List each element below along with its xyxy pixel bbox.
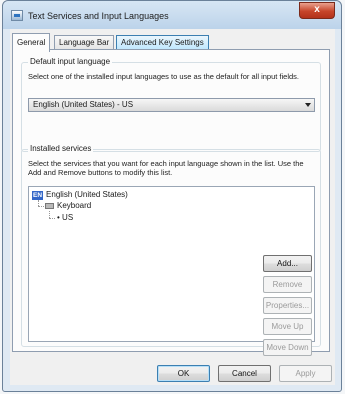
keyboard-icon xyxy=(45,202,54,209)
tree-language-label: English (United States) xyxy=(46,190,128,199)
bullet-icon: • xyxy=(57,213,60,222)
window-title: Text Services and Input Languages xyxy=(28,11,169,21)
tree-service-label: US xyxy=(62,213,74,222)
tree-item-keyboard[interactable]: Keyboard xyxy=(45,201,91,210)
tab-general[interactable]: General xyxy=(12,33,51,52)
title-bar[interactable]: Text Services and Input Languages x xyxy=(3,1,341,29)
cancel-button[interactable]: Cancel xyxy=(218,365,271,382)
move-down-button[interactable]: Move Down xyxy=(263,339,312,356)
default-input-description: Select one of the installed input langua… xyxy=(28,72,300,81)
tab-language-bar[interactable]: Language Bar xyxy=(54,35,115,50)
move-up-button[interactable]: Move Up xyxy=(263,318,312,335)
tree-connector xyxy=(49,218,55,219)
installed-services-group-label: Installed services xyxy=(28,144,94,153)
apply-button[interactable]: Apply xyxy=(279,365,332,382)
installed-services-description: Select the services that you want for ea… xyxy=(28,159,304,177)
keyboard-app-icon xyxy=(11,10,23,21)
tab-advanced-key-settings[interactable]: Advanced Key Settings xyxy=(116,35,209,50)
remove-button[interactable]: Remove xyxy=(263,276,312,293)
close-button[interactable]: x xyxy=(299,2,335,19)
language-badge-icon: EN xyxy=(32,191,44,200)
dialog-window: Text Services and Input Languages x Gene… xyxy=(2,0,342,392)
default-input-group: Default input language Select one of the… xyxy=(21,57,321,152)
general-tab-panel: Default input language Select one of the… xyxy=(12,49,330,356)
tree-item-language[interactable]: EN English (United States) xyxy=(32,190,128,200)
add-button[interactable]: Add... xyxy=(263,255,312,272)
dropdown-arrow-icon[interactable] xyxy=(305,103,311,107)
properties-button[interactable]: Properties... xyxy=(263,297,312,314)
default-input-group-label: Default input language xyxy=(28,57,113,66)
tree-connector xyxy=(49,211,50,218)
ok-button[interactable]: OK xyxy=(157,365,210,382)
dialog-body: General Language Bar Advanced Key Settin… xyxy=(10,29,335,385)
tree-connector xyxy=(38,206,44,207)
default-language-value: English (United States) - US xyxy=(33,100,134,109)
default-language-dropdown[interactable]: English (United States) - US xyxy=(28,98,315,112)
tree-item-us[interactable]: • US xyxy=(57,213,73,222)
tree-category-label: Keyboard xyxy=(57,201,92,210)
